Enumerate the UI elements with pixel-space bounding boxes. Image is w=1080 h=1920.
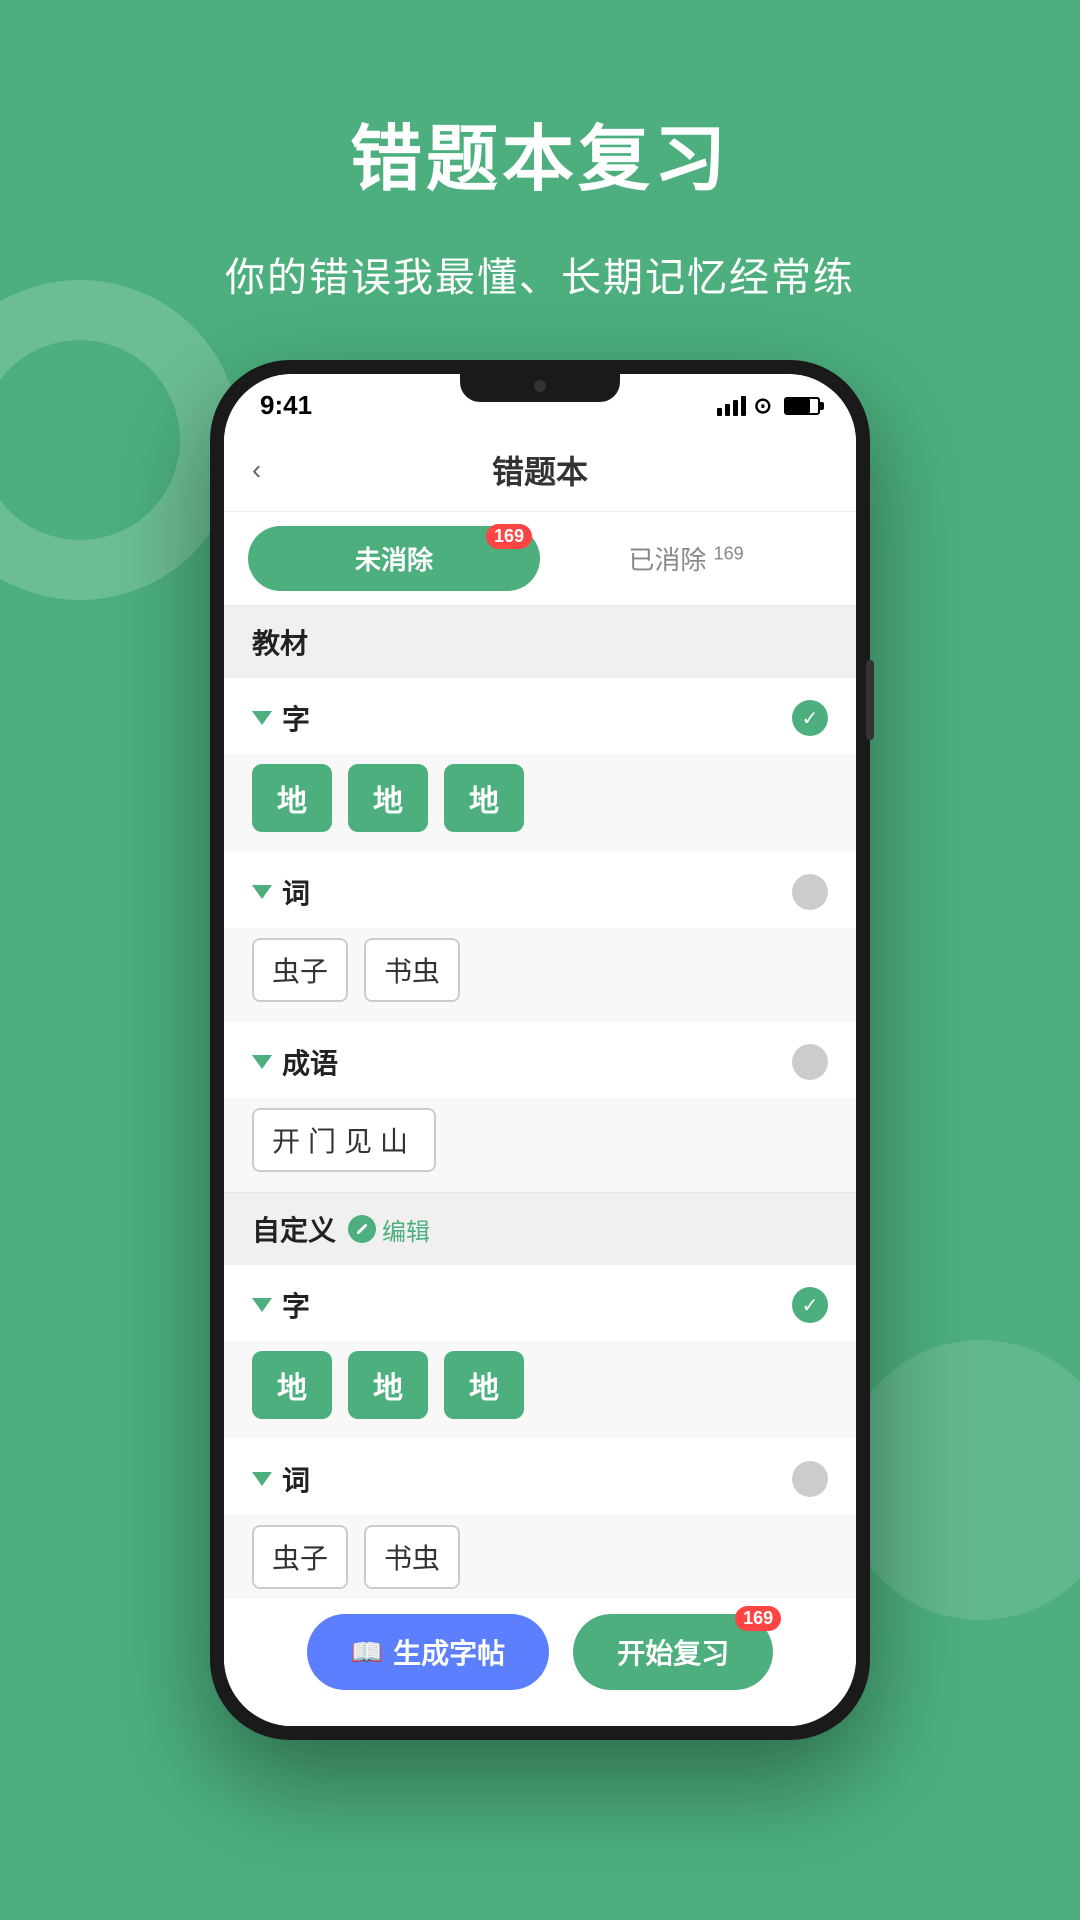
tab-not-removed[interactable]: 未消除 169 xyxy=(248,526,540,591)
custom-word-card-1[interactable]: 虫子 xyxy=(252,1525,348,1589)
status-time: 9:41 xyxy=(260,390,312,421)
custom-char-card-2[interactable]: 地 xyxy=(348,1351,428,1419)
custom-char-card-3[interactable]: 地 xyxy=(444,1351,524,1419)
header-title: 错题本 xyxy=(492,447,588,493)
app-header: ‹ 错题本 xyxy=(224,429,856,512)
category-row-custom-word[interactable]: 词 xyxy=(224,1439,856,1515)
category-row-custom-char[interactable]: 字 ✓ xyxy=(224,1265,856,1341)
edit-badge[interactable]: 编辑 xyxy=(348,1212,430,1247)
chevron-word-icon xyxy=(252,885,272,899)
book-icon: 📖 xyxy=(351,1637,383,1668)
page-subtitle: 你的错误我最懂、长期记忆经常练 xyxy=(0,245,1080,303)
chevron-custom-char-icon xyxy=(252,1298,272,1312)
phone-camera xyxy=(534,380,546,392)
circle-custom-word-icon xyxy=(792,1461,828,1497)
tab-not-removed-badge: 169 xyxy=(486,524,532,549)
char-card-2[interactable]: 地 xyxy=(348,764,428,832)
cards-custom-char: 地 地 地 xyxy=(224,1341,856,1439)
check-char-icon: ✓ xyxy=(792,700,828,736)
signal-icon xyxy=(717,396,746,416)
cards-word: 虫子 书虫 xyxy=(224,928,856,1022)
category-row-word[interactable]: 词 xyxy=(224,852,856,928)
battery-icon xyxy=(784,397,820,415)
category-row-idiom[interactable]: 成语 xyxy=(224,1022,856,1098)
section-custom: 自定义 编辑 xyxy=(224,1192,856,1265)
back-button[interactable]: ‹ xyxy=(252,454,261,486)
start-review-badge: 169 xyxy=(735,1606,781,1631)
cards-char: 地 地 地 xyxy=(224,754,856,852)
phone-screen: 9:41 ⊙ ‹ 错题本 xyxy=(224,374,856,1726)
check-custom-char-icon: ✓ xyxy=(792,1287,828,1323)
chevron-custom-word-icon xyxy=(252,1472,272,1486)
phone-mockup: 9:41 ⊙ ‹ 错题本 xyxy=(210,360,870,1740)
tab-removed-badge: 169 xyxy=(714,543,744,563)
circle-word-icon xyxy=(792,874,828,910)
bg-circle-right xyxy=(840,1340,1080,1620)
word-card-2[interactable]: 书虫 xyxy=(364,938,460,1002)
circle-idiom-icon xyxy=(792,1044,828,1080)
tab-removed[interactable]: 已消除 169 xyxy=(540,526,832,591)
content-area: 教材 字 ✓ 地 地 地 xyxy=(224,605,856,1726)
status-icons: ⊙ xyxy=(717,393,820,419)
idiom-card-1[interactable]: 开门见山 xyxy=(252,1108,436,1172)
char-card-3[interactable]: 地 xyxy=(444,764,524,832)
phone-side-button xyxy=(866,660,874,740)
tab-bar: 未消除 169 已消除 169 xyxy=(224,512,856,605)
bg-circle-left xyxy=(0,280,240,600)
generate-copybook-button[interactable]: 📖 生成字帖 xyxy=(307,1614,549,1690)
section-textbook: 教材 xyxy=(224,605,856,678)
edit-pencil-icon xyxy=(348,1215,376,1243)
chevron-char-icon xyxy=(252,711,272,725)
char-card-1[interactable]: 地 xyxy=(252,764,332,832)
wifi-icon: ⊙ xyxy=(754,393,772,419)
cards-custom-word: 虫子 书虫 xyxy=(224,1515,856,1609)
start-review-button[interactable]: 开始复习 169 xyxy=(573,1614,773,1690)
custom-word-card-2[interactable]: 书虫 xyxy=(364,1525,460,1589)
bottom-action-bar: 📖 生成字帖 开始复习 169 xyxy=(224,1597,856,1726)
word-card-1[interactable]: 虫子 xyxy=(252,938,348,1002)
cards-idiom: 开门见山 xyxy=(224,1098,856,1192)
custom-char-card-1[interactable]: 地 xyxy=(252,1351,332,1419)
chevron-idiom-icon xyxy=(252,1055,272,1069)
category-row-char[interactable]: 字 ✓ xyxy=(224,678,856,754)
page-title: 错题本复习 xyxy=(0,0,1080,205)
